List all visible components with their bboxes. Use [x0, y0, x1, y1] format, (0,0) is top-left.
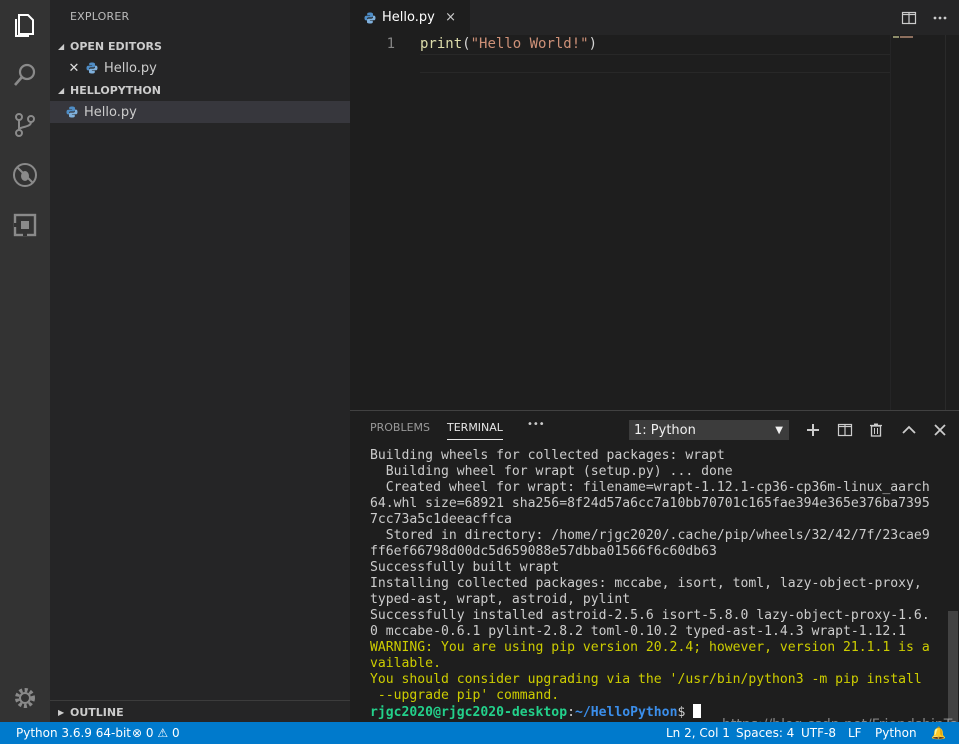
bottom-panel: PROBLEMS TERMINAL ••• 1: Python ▼ Buildi… [350, 410, 959, 733]
collapse-triangle-icon: ◢ [58, 41, 65, 51]
files-icon[interactable] [0, 0, 50, 50]
search-icon[interactable] [0, 50, 50, 100]
terminal-line: Building wheels for collected packages: … [370, 448, 725, 463]
terminal-line: Successfully built wrapt [370, 560, 560, 575]
open-editors-label: OPEN EDITORS [70, 39, 162, 53]
line-ending[interactable]: LF [848, 726, 862, 740]
terminal-line: 0 mccabe-0.6.1 pylint-2.8.2 toml-0.10.2 … [370, 624, 907, 639]
project-folder-header[interactable]: ◢ HELLOPYTHON [50, 79, 350, 101]
terminal-line: Installing collected packages: mccabe, i… [370, 576, 922, 591]
close-icon[interactable]: ✕ [66, 61, 82, 76]
terminal-output[interactable]: Building wheels for collected packages: … [370, 448, 945, 721]
python-file-icon [66, 106, 78, 118]
sidebar-title: EXPLORER [70, 10, 130, 23]
terminal-line: Successfully installed astroid-2.5.6 iso… [370, 608, 930, 623]
prompt-path: ~/HelloPython [574, 705, 678, 720]
code-editor[interactable]: 1 print("Hello World!") [350, 35, 959, 410]
activity-bar [0, 0, 50, 722]
language-mode[interactable]: Python [875, 726, 917, 740]
maximize-panel-icon[interactable] [899, 420, 919, 440]
more-actions-icon[interactable] [930, 8, 950, 28]
line-number: 1 [386, 36, 395, 52]
prompt-colon: : [567, 705, 575, 720]
terminal-scrollbar[interactable] [948, 611, 958, 723]
terminal-line: Building wheel for wrapt (setup.py) ... … [370, 464, 733, 479]
indentation[interactable]: Spaces: 4 [736, 726, 794, 740]
open-editors-header[interactable]: ◢ OPEN EDITORS [50, 35, 350, 57]
more-tabs-icon[interactable]: ••• [527, 419, 545, 430]
outline-header[interactable]: ▶ OUTLINE [50, 701, 350, 723]
new-terminal-icon[interactable] [803, 420, 823, 440]
collapse-triangle-icon: ◢ [58, 85, 65, 95]
extensions-icon[interactable] [0, 200, 50, 250]
tab-hello-py[interactable]: Hello.py × [350, 0, 470, 35]
code-function: print [420, 36, 463, 52]
outline-label: OUTLINE [70, 705, 124, 719]
terminal-line: ff6ef66798d00dc5d659088e57dbba01566f6c60… [370, 544, 717, 559]
project-file-item[interactable]: Hello.py [50, 101, 350, 123]
minimap[interactable] [890, 35, 945, 410]
outline-section: ▶ OUTLINE [50, 700, 350, 722]
warning-icon: ⚠ [157, 726, 169, 740]
open-editor-filename: Hello.py [104, 60, 157, 76]
gear-icon[interactable] [11, 684, 39, 712]
tab-label: Hello.py [382, 10, 435, 25]
terminal-select[interactable]: 1: Python ▼ [629, 420, 789, 440]
error-count: 0 [145, 726, 154, 740]
prompt-user: rjgc2020@rjgc2020-desktop [370, 705, 568, 720]
terminal-line: Stored in directory: /home/rjgc2020/.cac… [370, 528, 930, 543]
python-file-icon [364, 12, 376, 23]
source-control-icon[interactable] [0, 100, 50, 150]
split-editor-icon[interactable] [899, 8, 919, 28]
error-icon: ⊗ [132, 726, 143, 740]
notification-bell-icon[interactable]: 🔔 [931, 726, 946, 740]
project-file-name: Hello.py [84, 104, 137, 120]
debug-icon[interactable] [0, 150, 50, 200]
tab-problems[interactable]: PROBLEMS [370, 421, 430, 434]
terminal-line: typed-ast, wrapt, astroid, pylint [370, 592, 631, 607]
terminal-warning-line: WARNING: You are using pip version 20.2.… [370, 640, 930, 655]
chevron-down-icon: ▼ [775, 424, 783, 436]
project-folder-label: HELLOPYTHON [70, 83, 161, 97]
encoding[interactable]: UTF-8 [801, 726, 836, 740]
terminal-line: 64.whl size=68921 sha256=8f24d57a6cc7a10… [370, 496, 930, 511]
split-terminal-icon[interactable] [835, 420, 855, 440]
terminal-line: 7cc73a5c1deeacffca [370, 512, 512, 527]
python-file-icon [86, 62, 98, 74]
open-editor-item[interactable]: ✕ Hello.py [50, 57, 350, 79]
code-paren-close: ) [588, 36, 598, 52]
cursor-position[interactable]: Ln 2, Col 1 [666, 726, 730, 740]
prompt-symbol: $ [677, 705, 686, 720]
problems-counter[interactable]: ⊗ 0 ⚠ 0 [132, 726, 180, 740]
python-interpreter[interactable]: Python 3.6.9 64-bit [16, 726, 131, 740]
terminal-warning-line: vailable. [370, 656, 441, 671]
expand-triangle-icon: ▶ [58, 707, 65, 717]
code-string: "Hello World!" [470, 36, 589, 52]
editor-scrollbar[interactable] [945, 35, 959, 410]
status-bar: Python 3.6.9 64-bit ⊗ 0 ⚠ 0 Ln 2, Col 1 … [0, 722, 959, 744]
warning-count: 0 [171, 726, 180, 740]
terminal-line: Created wheel for wrapt: filename=wrapt-… [370, 480, 930, 495]
terminal-warning-line: You should consider upgrading via the '/… [370, 672, 922, 687]
tab-terminal[interactable]: TERMINAL [447, 421, 503, 440]
current-line-highlight [420, 54, 890, 73]
editor-tab-bar: Hello.py × [350, 0, 959, 35]
tab-close-icon[interactable]: × [445, 10, 456, 25]
terminal-select-value: 1: Python [634, 422, 696, 438]
trash-icon[interactable] [866, 420, 886, 440]
code-line[interactable]: print("Hello World!") [420, 36, 597, 52]
terminal-warning-line: --upgrade pip' command. [370, 688, 560, 703]
code-paren-open: ( [462, 36, 471, 52]
close-panel-icon[interactable] [930, 420, 950, 440]
terminal-cursor [693, 704, 702, 718]
explorer-sidebar: EXPLORER ◢ OPEN EDITORS ✕ Hello.py ◢ HEL… [50, 0, 350, 722]
